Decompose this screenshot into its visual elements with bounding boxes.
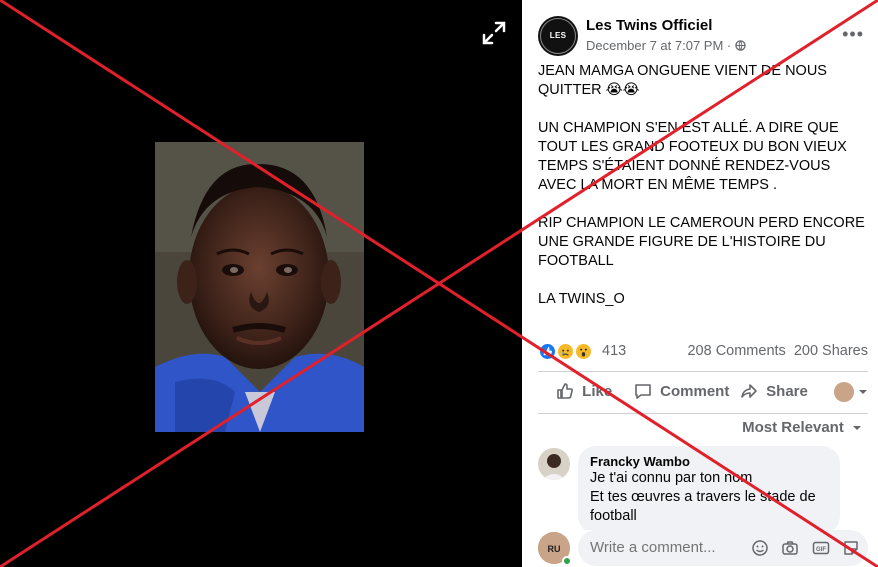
post-body: JEAN MAMGA ONGUENE VIENT DE NOUS QUITTER… (538, 62, 868, 328)
sticker-icon[interactable] (842, 539, 860, 562)
like-button[interactable]: Like (556, 382, 612, 400)
photo-viewer (0, 0, 522, 567)
composer-icons: GIF (743, 539, 860, 562)
comment-composer: RU GIF (538, 530, 868, 567)
post-timestamp[interactable]: December 7 at 7:07 PM · (586, 38, 746, 53)
post-paragraph: LA TWINS_O (538, 291, 625, 307)
expand-icon[interactable] (480, 19, 508, 47)
comment-button[interactable]: Comment (634, 382, 729, 400)
comments-count-link[interactable]: 208 Comments (687, 343, 785, 359)
avatar (833, 382, 854, 402)
reaction-audience-selector[interactable] (833, 382, 868, 402)
svg-text:RU: RU (548, 544, 561, 554)
like-reaction-icon (538, 342, 557, 361)
wow-reaction-icon (574, 342, 594, 361)
caret-down-icon (858, 383, 868, 400)
comment-line: Je t'ai connu par ton nom (590, 470, 753, 486)
sad-reaction-icon (556, 342, 576, 361)
comment-line: Et tes œuvres a travers le stade de foot… (590, 489, 816, 524)
comment-author[interactable]: Francky Wambo (590, 454, 828, 469)
share-arrow-icon (740, 383, 766, 400)
post-stats: 413 208 Comments 200 Shares (538, 340, 868, 364)
thumbs-up-icon (556, 383, 582, 400)
page-name-link[interactable]: Les Twins Officiel (586, 17, 712, 34)
emoji-icon[interactable] (751, 539, 769, 562)
online-status-dot (562, 556, 572, 566)
post-sidebar: LES TWINS Les Twins Officiel December 7 … (522, 0, 878, 567)
reactions-summary[interactable] (538, 342, 594, 362)
more-options-icon[interactable]: ••• (842, 24, 864, 45)
share-button[interactable]: Share (740, 382, 808, 400)
comment-input-box[interactable]: GIF (578, 530, 868, 566)
post-paragraph: UN CHAMPION S'EN EST ALLÉ. A DIRE QUE TO… (538, 120, 847, 193)
reactions-count[interactable]: 413 (602, 343, 626, 359)
shares-count-link[interactable]: 200 Shares (794, 343, 868, 359)
portrait-photo (155, 142, 364, 432)
commenter-avatar[interactable] (538, 448, 570, 480)
globe-icon (735, 38, 746, 53)
post-header: LES TWINS Les Twins Officiel December 7 … (538, 14, 868, 80)
comment-bubble: Francky Wambo Je t'ai connu par ton nom … (578, 446, 840, 534)
comment-input[interactable] (590, 539, 740, 556)
speech-bubble-icon (634, 383, 660, 400)
svg-text:GIF: GIF (816, 547, 826, 553)
stats-right: 208 Comments 200 Shares (683, 343, 868, 359)
caret-down-icon (848, 419, 862, 436)
gif-icon[interactable]: GIF (812, 539, 830, 562)
post-paragraph: JEAN MAMGA ONGUENE VIENT DE NOUS QUITTER… (538, 63, 827, 98)
action-bar: Like Comment Share (538, 376, 868, 410)
post-paragraph: RIP CHAMPION LE CAMEROUN PERD ENCORE UNE… (538, 215, 865, 269)
camera-icon[interactable] (781, 539, 799, 562)
page-avatar[interactable]: LES TWINS (538, 16, 578, 80)
divider (538, 371, 868, 372)
comment-sort-dropdown[interactable]: Most Relevant (742, 419, 862, 436)
divider (538, 413, 868, 414)
